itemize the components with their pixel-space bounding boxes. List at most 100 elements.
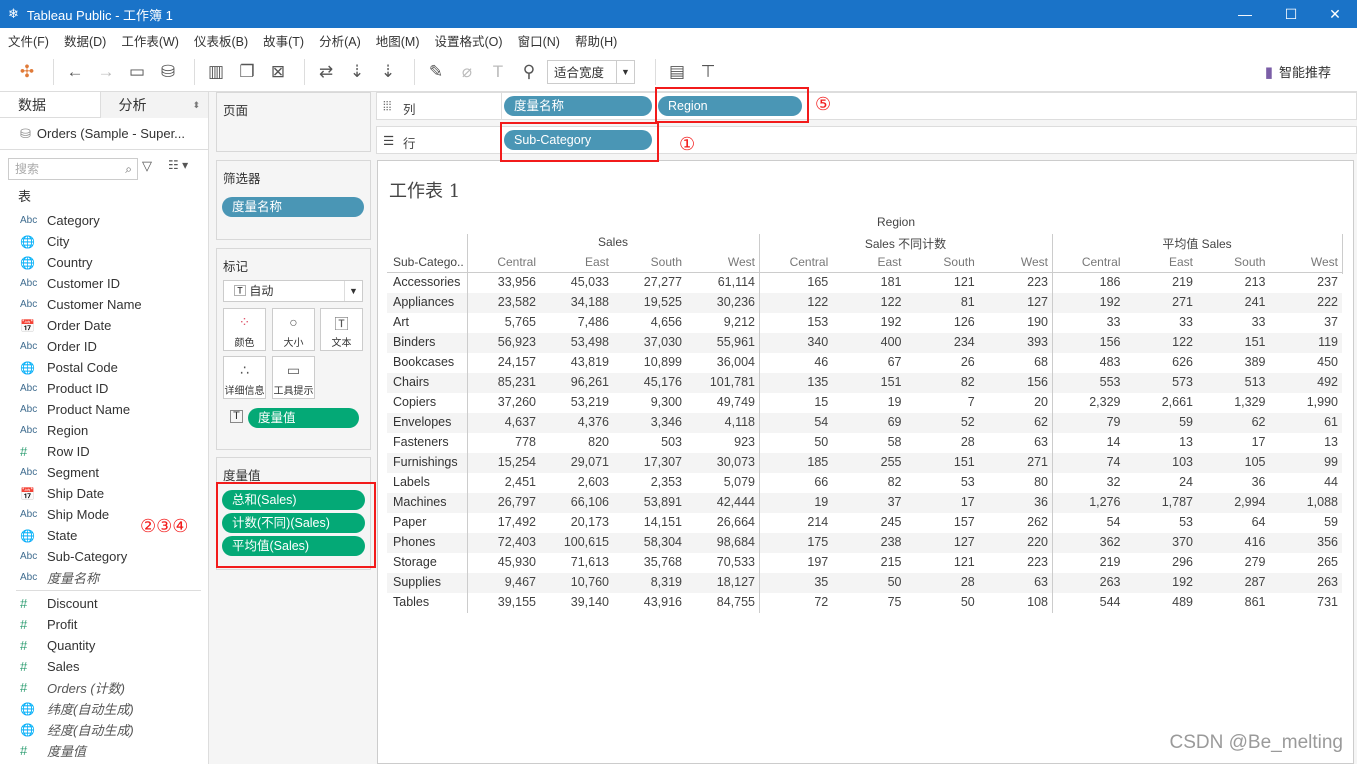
field-item[interactable]: 🌐 Country xyxy=(0,252,209,273)
measure-values-title: 度量值 xyxy=(223,469,261,483)
columns-shelf[interactable]: ⦙⦙⦙ 列 度量名称 Region xyxy=(376,92,1357,120)
field-item[interactable]: 🌐 纬度(自动生成) xyxy=(0,698,209,719)
field-item[interactable]: Abc Segment xyxy=(0,462,209,483)
menu-item[interactable]: 分析(A) xyxy=(319,31,361,50)
table-cell: 19 xyxy=(887,395,902,409)
minimize-button[interactable]: — xyxy=(1222,0,1268,28)
view-list-icon[interactable]: ☷ ▾ xyxy=(168,158,188,172)
marks-pill-measure-values[interactable]: 度量值 xyxy=(248,408,359,428)
table-cell: 192 xyxy=(1172,575,1193,589)
swap-icon[interactable]: ⇄ xyxy=(313,59,339,85)
detail-button[interactable]: ∴ 详细信息 xyxy=(223,356,266,399)
menu-item[interactable]: 仪表板(B) xyxy=(194,31,248,50)
geo-type-icon: 🌐 xyxy=(20,255,35,270)
table-cell: 238 xyxy=(880,535,902,549)
table-cell: 190 xyxy=(1027,315,1048,329)
sort-ascending-icon[interactable]: ⇣ xyxy=(344,59,370,85)
filter-pill-measure-names[interactable]: 度量名称 xyxy=(222,197,364,217)
table-cell: 50 xyxy=(814,435,829,449)
save-icon[interactable]: ▭ xyxy=(124,59,150,85)
datasource-item[interactable]: ⛁ Orders (Sample - Super... xyxy=(0,118,208,150)
sort-descending-icon[interactable]: ⇣ xyxy=(375,59,401,85)
show-cards-icon[interactable]: ▤ xyxy=(664,59,690,85)
menu-item[interactable]: 故事(T) xyxy=(263,31,304,50)
table-cell: 151 xyxy=(953,455,975,469)
search-input[interactable]: 搜索 ⌕ xyxy=(8,158,138,180)
field-item[interactable]: Abc Region xyxy=(0,420,209,441)
field-item[interactable]: # Quantity xyxy=(0,635,209,656)
show-me-button[interactable]: ▮ 智能推荐 xyxy=(1265,62,1331,81)
field-item[interactable]: # Orders (计数) xyxy=(0,677,209,698)
field-item[interactable]: Abc Category xyxy=(0,210,209,231)
row-label: Bookcases xyxy=(393,355,455,369)
column-pill-measure-names[interactable]: 度量名称 xyxy=(504,96,652,116)
new-worksheet-icon[interactable]: ▥ xyxy=(203,59,229,85)
mark-type-select[interactable]: 🅃 自动 ▼ xyxy=(223,280,363,302)
field-item[interactable]: Abc Customer ID xyxy=(0,273,209,294)
forward-icon[interactable]: → xyxy=(93,59,119,85)
tooltip-button[interactable]: ▭ 工具提示 xyxy=(272,356,315,399)
menu-item[interactable]: 地图(M) xyxy=(376,31,420,50)
field-item[interactable]: Abc Product Name xyxy=(0,399,209,420)
table-cell: 185 xyxy=(807,455,829,469)
presentation-icon[interactable]: ⊤ xyxy=(695,59,721,85)
tab-analysis[interactable]: 分析 ⬍ xyxy=(99,92,208,118)
field-item[interactable]: # Discount xyxy=(0,593,209,614)
menu-item[interactable]: 文件(F) xyxy=(8,31,49,50)
field-item[interactable]: 🌐 City xyxy=(0,231,209,252)
tab-data[interactable]: 数据 xyxy=(0,92,100,118)
field-item[interactable]: # Sales xyxy=(0,656,209,677)
field-item[interactable]: # Row ID xyxy=(0,441,209,462)
menu-item[interactable]: 数据(D) xyxy=(64,31,106,50)
label-button[interactable]: 🅃 文本 xyxy=(320,308,363,351)
field-item[interactable]: 🌐 经度(自动生成) xyxy=(0,719,209,740)
maximize-button[interactable]: ☐ xyxy=(1268,0,1314,28)
close-button[interactable]: ✕ xyxy=(1312,0,1357,28)
clear-sheet-icon[interactable]: ⊠ xyxy=(265,59,291,85)
field-item[interactable]: Abc Customer Name xyxy=(0,294,209,315)
field-item[interactable]: 🌐 Postal Code xyxy=(0,357,209,378)
field-item[interactable]: 📅 Ship Date xyxy=(0,483,209,504)
menu-item[interactable]: 设置格式(O) xyxy=(435,31,503,50)
fit-select[interactable]: 适合宽度 ▼ xyxy=(547,59,635,84)
region-header: West xyxy=(727,255,755,269)
pages-card[interactable]: 页面 xyxy=(216,92,371,152)
table-cell: 53,219 xyxy=(570,395,609,409)
text-icon: T xyxy=(230,410,243,423)
table-cell: 50 xyxy=(887,575,902,589)
filter-icon[interactable]: ▽ xyxy=(142,158,152,174)
tableau-home-icon[interactable]: ✣ xyxy=(14,59,40,85)
detail-label: 详细信息 xyxy=(224,386,265,397)
field-item[interactable]: Abc Order ID xyxy=(0,336,209,357)
row-label: Phones xyxy=(393,535,436,549)
pin-icon[interactable]: ⚲ xyxy=(516,59,542,85)
menu-item[interactable]: 帮助(H) xyxy=(575,31,617,50)
table-cell: 39,140 xyxy=(570,595,609,609)
new-datasource-icon[interactable]: ⛁ xyxy=(155,59,181,85)
table-cell: 241 xyxy=(1244,295,1266,309)
field-item[interactable]: Abc 度量名称 xyxy=(0,567,209,588)
size-button[interactable]: ○ 大小 xyxy=(272,308,315,351)
table-cell: 20,173 xyxy=(570,515,609,529)
field-item[interactable]: # 度量值 xyxy=(0,740,209,761)
back-icon[interactable]: ← xyxy=(62,59,88,85)
table-cell: 63 xyxy=(1034,435,1048,449)
table-cell: 72 xyxy=(814,595,829,609)
menu-item[interactable]: 窗口(N) xyxy=(518,31,560,50)
field-item[interactable]: 📅 Order Date xyxy=(0,315,209,336)
highlight-icon[interactable]: ✎ xyxy=(423,59,449,85)
table-cell: 393 xyxy=(1027,335,1048,349)
filters-card[interactable]: 筛选器 度量名称 xyxy=(216,160,371,240)
color-button[interactable]: ⁘ 颜色 xyxy=(223,308,266,351)
field-name: 经度(自动生成) xyxy=(47,723,134,738)
field-item[interactable]: Abc Sub-Category xyxy=(0,546,209,567)
menu-item[interactable]: 工作表(W) xyxy=(121,31,179,50)
field-item[interactable]: # Profit xyxy=(0,614,209,635)
table-cell: 2,603 xyxy=(577,475,609,489)
table-cell: 223 xyxy=(1027,555,1048,569)
label-icon[interactable]: T xyxy=(485,59,511,85)
duplicate-sheet-icon[interactable]: ❐ xyxy=(234,59,260,85)
annotation-box xyxy=(500,122,659,162)
group-icon[interactable]: ⌀ xyxy=(454,59,480,85)
field-item[interactable]: Abc Product ID xyxy=(0,378,209,399)
